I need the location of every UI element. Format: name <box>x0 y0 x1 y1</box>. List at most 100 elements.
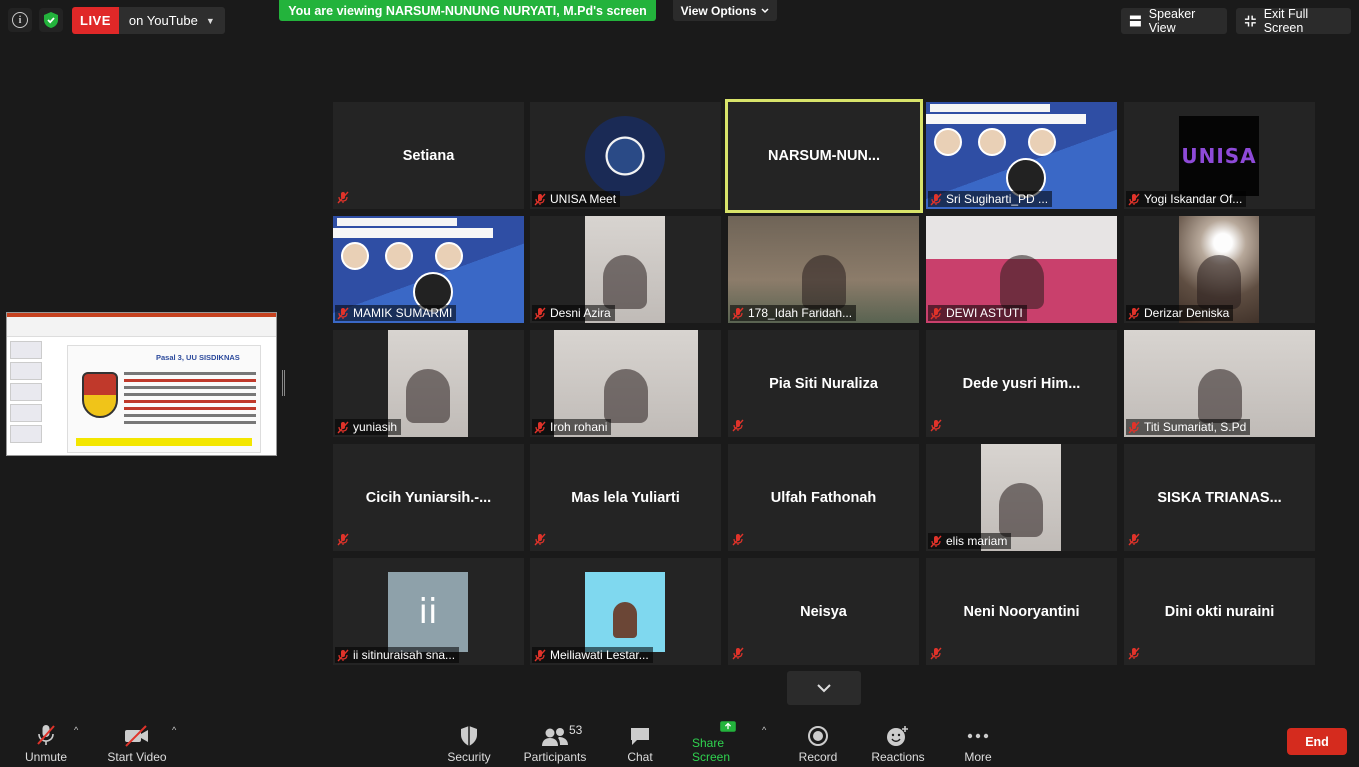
slide-footer-highlight <box>76 438 252 446</box>
participant-tile[interactable]: SISKA TRIANAS... <box>1124 444 1315 551</box>
participant-tile[interactable]: yuniasih <box>333 330 524 437</box>
participant-tile[interactable]: Iroh rohani <box>530 330 721 437</box>
participant-tile[interactable]: elis mariam <box>926 444 1117 551</box>
ppt-ribbon <box>7 317 276 337</box>
muted-mic-icon <box>1128 647 1140 660</box>
live-destination-dropdown[interactable]: on YouTube ▼ <box>118 7 225 34</box>
video-options-caret-icon[interactable]: ^ <box>172 725 176 735</box>
live-stream-indicator[interactable]: LIVE on YouTube ▼ <box>72 7 225 34</box>
start-video-label: Start Video <box>107 750 167 764</box>
participant-label-text: Yogi Iskandar Of... <box>1144 192 1243 206</box>
end-meeting-button[interactable]: End <box>1287 728 1347 755</box>
live-destination-label: on YouTube <box>128 13 198 28</box>
participant-name: Pia Siti Nuraliza <box>769 375 878 392</box>
participant-label-text: elis mariam <box>946 534 1008 548</box>
video-off-icon <box>125 725 148 747</box>
shared-screen-thumbnail[interactable]: Pasal 3, UU SISDIKNAS <box>6 312 277 456</box>
participant-name: Cicih Yuniarsih.-... <box>365 489 492 506</box>
muted-mic-icon <box>534 533 546 546</box>
unmute-label: Unmute <box>24 750 68 764</box>
participant-tile[interactable]: Sri Sugiharti_PD ... <box>926 102 1117 209</box>
participant-label-text: MAMIK SUMARMI <box>353 306 453 320</box>
muted-mic-icon <box>1128 307 1140 320</box>
chevron-down-icon <box>761 7 769 13</box>
muted-mic-icon <box>732 419 744 432</box>
participant-tile[interactable]: Pia Siti Nuraliza <box>728 330 919 437</box>
participant-tile[interactable]: DEWI ASTUTI <box>926 216 1117 323</box>
participant-tile[interactable]: Dede yusri Him... <box>926 330 1117 437</box>
speaker-view-button[interactable]: Speaker View <box>1121 7 1227 35</box>
record-button[interactable]: Record <box>796 720 840 764</box>
security-label: Security <box>447 750 491 764</box>
more-button[interactable]: More <box>958 720 998 764</box>
participants-icon <box>542 728 568 746</box>
view-options-label: View Options <box>680 3 757 18</box>
muted-mic-icon <box>732 647 744 660</box>
unmute-button[interactable]: Unmute <box>20 720 72 764</box>
participant-label: ii sitinuraisah sna... <box>335 647 460 663</box>
participant-name: Ulfah Fathonah <box>770 489 877 506</box>
participant-tile[interactable]: Neisya <box>728 558 919 665</box>
participant-label: Derizar Deniska <box>1126 305 1234 321</box>
chevron-down-icon <box>817 684 831 693</box>
start-video-button[interactable]: Start Video <box>106 720 168 764</box>
participant-tile[interactable]: Desni Azira <box>530 216 721 323</box>
participant-name: Neisya <box>800 603 847 620</box>
muted-mic-icon <box>337 533 349 546</box>
participant-label: Titi Sumariati, S.Pd <box>1126 419 1251 435</box>
participant-tile[interactable]: Ulfah Fathonah <box>728 444 919 551</box>
participant-silhouette <box>1197 254 1241 309</box>
participant-tile[interactable]: Cicih Yuniarsih.-... <box>333 444 524 551</box>
muted-mic-icon <box>732 533 744 546</box>
record-icon <box>808 726 828 746</box>
security-button[interactable]: Security <box>444 720 494 764</box>
exit-fullscreen-icon <box>1244 15 1256 27</box>
share-screen-button[interactable]: Share Screen <box>692 720 764 764</box>
participant-label: UNISA Meet <box>532 191 621 207</box>
participant-tile[interactable]: Derizar Deniska <box>1124 216 1315 323</box>
muted-mic-icon <box>337 421 349 434</box>
participant-label-text: Desni Azira <box>550 306 611 320</box>
participant-video <box>585 572 665 652</box>
participant-tile[interactable]: NARSUM-NUN... <box>725 99 923 213</box>
participant-label-text: ii sitinuraisah sna... <box>353 648 456 662</box>
participant-silhouette <box>801 254 846 309</box>
reactions-button[interactable]: Reactions <box>870 720 926 764</box>
chat-button[interactable]: Chat <box>620 720 660 764</box>
participant-tile[interactable]: MAMIK SUMARMI <box>333 216 524 323</box>
participant-tile[interactable]: Titi Sumariati, S.Pd <box>1124 330 1315 437</box>
audio-options-caret-icon[interactable]: ^ <box>74 725 78 735</box>
muted-mic-icon <box>930 307 942 320</box>
encryption-shield-icon[interactable] <box>39 8 63 32</box>
participant-tile[interactable]: Setiana <box>333 102 524 209</box>
participant-silhouette <box>604 368 648 423</box>
participant-label-text: Sri Sugiharti_PD ... <box>946 192 1049 206</box>
participant-tile[interactable]: Meiliawati Lestar... <box>530 558 721 665</box>
exit-full-screen-button[interactable]: Exit Full Screen <box>1236 7 1351 35</box>
participant-label-text: Iroh rohani <box>550 420 608 434</box>
participant-label: elis mariam <box>928 533 1012 549</box>
muted-mic-icon <box>337 191 349 204</box>
share-options-caret-icon[interactable]: ^ <box>762 725 766 735</box>
participant-name: Mas lela Yuliarti <box>571 489 680 506</box>
participant-silhouette <box>999 482 1043 537</box>
participant-tile[interactable]: Dini okti nuraini <box>1124 558 1315 665</box>
participant-label-text: 178_Idah Faridah... <box>748 306 853 320</box>
chat-label: Chat <box>627 750 653 764</box>
gallery-next-page-button[interactable] <box>787 671 861 705</box>
muted-mic-icon <box>337 649 349 662</box>
participant-tile[interactable]: 178_Idah Faridah... <box>728 216 919 323</box>
muted-mic-icon <box>930 535 942 548</box>
participant-tile[interactable]: UNISA Yogi Iskandar Of... <box>1124 102 1315 209</box>
participant-tile[interactable]: Mas lela Yuliarti <box>530 444 721 551</box>
muted-mic-icon <box>732 307 744 320</box>
participant-tile[interactable]: Neni Nooryantini <box>926 558 1117 665</box>
more-label: More <box>964 750 992 764</box>
split-divider-handle[interactable] <box>282 370 285 396</box>
participant-tile[interactable]: ii ii sitinuraisah sna... <box>333 558 524 665</box>
participant-tile[interactable]: UNISA Meet <box>530 102 721 209</box>
meeting-info-icon[interactable]: i <box>8 8 32 32</box>
view-options-button[interactable]: View Options <box>673 0 777 21</box>
participant-label-text: yuniasih <box>353 420 398 434</box>
ppt-current-slide: Pasal 3, UU SISDIKNAS <box>67 345 261 453</box>
